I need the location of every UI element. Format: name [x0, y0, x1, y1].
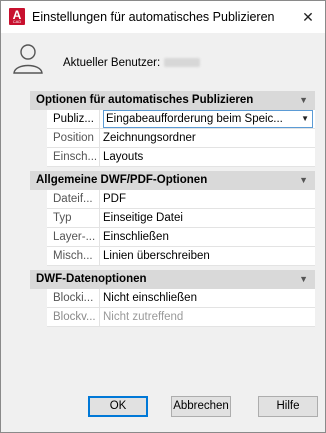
property-row-position[interactable]: Position Zeichnungsordner [47, 129, 315, 148]
ok-button[interactable]: OK [88, 396, 148, 417]
help-button[interactable]: Hilfe [258, 396, 318, 417]
chevron-down-icon[interactable]: ▼ [301, 111, 309, 127]
property-value: Zeichnungsordner [103, 132, 196, 144]
property-row-publish[interactable]: Publiz... Eingabeaufforderung beim Speic… [47, 110, 315, 129]
property-value-dropdown[interactable]: Eingabeaufforderung beim Speic... ▼ [103, 110, 313, 128]
properties-panel: Optionen für automatisches Publizieren ▼… [30, 91, 315, 331]
property-key: Layer-... [47, 228, 100, 246]
autocad-app-icon: A CAD [9, 8, 25, 25]
close-button[interactable]: ✕ [291, 1, 325, 33]
section-title: Optionen für automatisches Publizieren [36, 94, 254, 106]
property-key: Typ [47, 209, 100, 227]
section-title: Allgemeine DWF/PDF-Optionen [36, 174, 208, 186]
property-value: Nicht zutreffend [103, 311, 184, 323]
property-row-file-format[interactable]: Dateif... PDF [47, 190, 315, 209]
section-header-auto-publish[interactable]: Optionen für automatisches Publizieren ▼ [30, 91, 315, 110]
section-title: DWF-Datenoptionen [36, 273, 147, 285]
property-key: Blockv... [47, 308, 100, 326]
current-user-name-redacted [164, 58, 201, 67]
dialog-window: A CAD Einstellungen für automatisches Pu… [0, 0, 326, 433]
section-header-dwf-pdf-options[interactable]: Allgemeine DWF/PDF-Optionen ▼ [30, 171, 315, 190]
cancel-button[interactable]: Abbrechen [171, 396, 231, 417]
property-key: Dateif... [47, 190, 100, 208]
app-icon-sublabel: CAD [12, 19, 22, 24]
property-row-type[interactable]: Typ Einseitige Datei [47, 209, 315, 228]
window-title: Einstellungen für automatisches Publizie… [32, 10, 275, 24]
property-value: Einschließen [103, 231, 169, 243]
property-value: Linien überschreiben [103, 250, 210, 262]
section-header-dwf-data-options[interactable]: DWF-Datenoptionen ▼ [30, 270, 315, 289]
property-value: PDF [103, 193, 126, 205]
property-value: Einseitige Datei [103, 212, 183, 224]
property-key: Einsch... [47, 148, 100, 166]
collapse-icon[interactable]: ▼ [299, 270, 308, 289]
title-bar: A CAD Einstellungen für automatisches Pu… [1, 1, 325, 33]
property-key: Position [47, 129, 100, 147]
property-row-block-template: Blockv... Nicht zutreffend [47, 308, 315, 327]
current-user-label: Aktueller Benutzer: [63, 57, 161, 69]
property-row-merge[interactable]: Misch... Linien überschreiben [47, 247, 315, 266]
property-value: Nicht einschließen [103, 292, 197, 304]
property-row-include[interactable]: Einsch... Layouts [47, 148, 315, 167]
collapse-icon[interactable]: ▼ [299, 171, 308, 190]
property-key: Publiz... [47, 110, 100, 128]
property-key: Misch... [47, 247, 100, 265]
property-row-layer-info[interactable]: Layer-... Einschließen [47, 228, 315, 247]
property-key: Blocki... [47, 289, 100, 307]
collapse-icon[interactable]: ▼ [299, 91, 308, 110]
close-icon: ✕ [302, 9, 314, 25]
property-value: Layouts [103, 151, 144, 163]
property-value: Eingabeaufforderung beim Speic... [106, 113, 283, 125]
user-icon [13, 44, 43, 74]
property-row-block-info[interactable]: Blocki... Nicht einschließen [47, 289, 315, 308]
current-user-row: Aktueller Benutzer: [63, 57, 201, 69]
